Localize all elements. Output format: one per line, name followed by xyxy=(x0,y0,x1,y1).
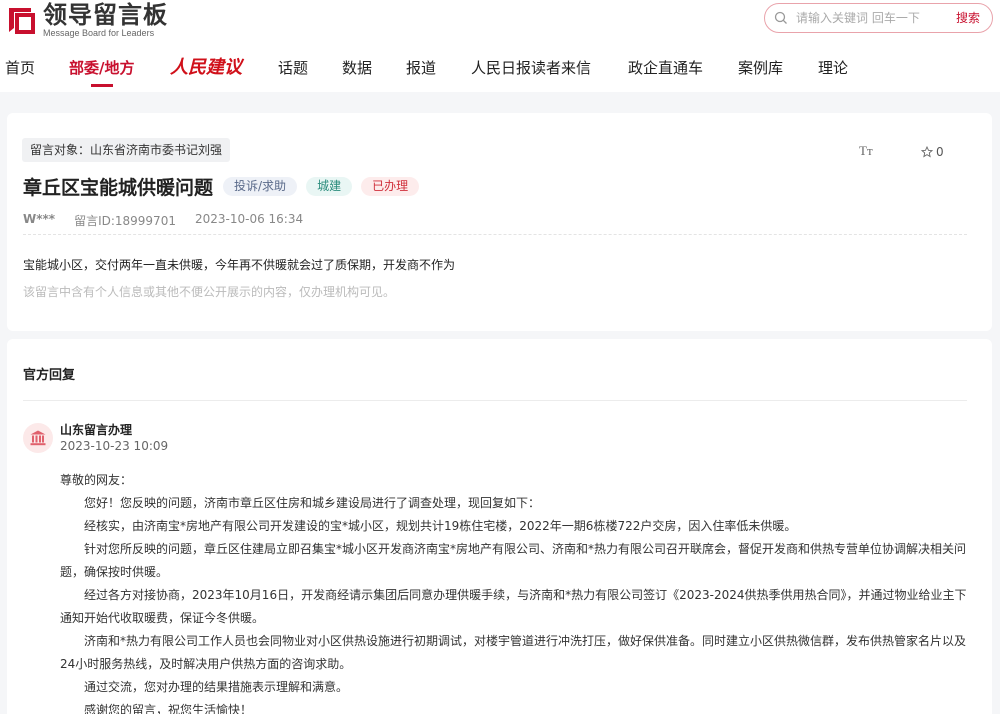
reply-paragraph: 您好！您反映的问题，济南市章丘区住房和城乡建设局进行了调查处理，现回复如下： xyxy=(84,496,541,510)
search-box: 搜索 xyxy=(764,3,993,33)
message-meta: W*** 留言ID:18999701 2023-10-06 16:34 xyxy=(23,212,322,229)
message-datetime: 2023-10-06 16:34 xyxy=(194,212,304,226)
reply-body: 尊敬的网友： 您好！您反映的问题，济南市章丘区住房和城乡建设局进行了调查处理，现… xyxy=(60,469,970,714)
star-icon xyxy=(921,146,933,158)
status-badge: 已办理 xyxy=(361,177,420,196)
message-card: 留言对象：山东省济南市委书记刘强 Tт 0 章丘区宝能城供暖问题 投诉/求助 城… xyxy=(7,113,992,331)
search-input[interactable] xyxy=(796,8,946,28)
divider xyxy=(23,400,967,401)
reply-paragraph: 经核实，由济南宝*房地产有限公司开发建设的宝*城小区，规划共计19栋住宅楼，20… xyxy=(84,519,797,533)
search-icon xyxy=(774,11,787,24)
message-content: 宝能城小区，交付两年一直未供暖，今年再不供暖就会过了质保期，开发商不作为 xyxy=(23,258,456,272)
favorite-count: 0 xyxy=(936,145,944,159)
reply-paragraph: 通过交流，您对办理的结果措施表示理解和满意。 xyxy=(84,680,349,694)
site-logo[interactable]: 领导留言板 Message Board for Leaders xyxy=(5,2,168,38)
nav-item-gov-enterprise[interactable]: 政企直通车 xyxy=(628,57,703,78)
type-badge: 投诉/求助 xyxy=(223,177,298,196)
logo-mark-icon xyxy=(5,4,37,36)
nav-item-topics[interactable]: 话题 xyxy=(278,57,308,78)
nav-item-readers-letters[interactable]: 人民日报读者来信 xyxy=(471,57,591,78)
nav-item-theory[interactable]: 理论 xyxy=(818,57,848,78)
reply-paragraph: 经过各方对接协商，2023年10月16日，开发商经请示集团后同意办理供暖手续，与… xyxy=(60,588,967,625)
author-name: W*** xyxy=(23,212,56,226)
reply-paragraph: 济南和*热力有限公司工作人员也会同物业对小区供热设施进行初期调试，对楼宇管道进行… xyxy=(60,634,967,671)
divider xyxy=(23,234,967,235)
nav-item-data[interactable]: 数据 xyxy=(342,57,372,78)
font-size-toggle-icon[interactable]: Tт xyxy=(859,143,873,159)
active-nav-underline xyxy=(91,84,113,87)
nav-item-reports[interactable]: 报道 xyxy=(406,57,436,78)
logo-title: 领导留言板 xyxy=(43,1,168,29)
privacy-note: 该留言中含有个人信息或其他不便公开展示的内容，仅办理机构可见。 xyxy=(23,285,396,299)
logo-subtitle: Message Board for Leaders xyxy=(43,28,155,38)
reply-paragraph: 感谢您的留言，祝您生活愉快！ xyxy=(84,703,253,714)
site-header: 领导留言板 Message Board for Leaders 搜索 首页 部委… xyxy=(0,0,1000,92)
message-id: 留言ID:18999701 xyxy=(74,214,176,228)
main-nav: 首页 部委/地方 话题 数据 报道 人民日报读者来信 政企直通车 案例库 理论 xyxy=(0,52,1000,92)
government-building-icon xyxy=(30,430,46,446)
category-badge: 城建 xyxy=(306,177,353,196)
reply-paragraph: 针对您所反映的问题，章丘区住建局立即召集宝*城小区开发商济南宝*房地产有限公司、… xyxy=(60,542,967,579)
reply-card: 官方回复 山东留言办理 2023-10-23 10:09 尊敬的网友： 您好！您… xyxy=(7,339,992,714)
message-title: 章丘区宝能城供暖问题 xyxy=(23,177,214,199)
reply-greeting: 尊敬的网友： xyxy=(60,473,133,487)
avatar xyxy=(23,423,53,453)
nav-item-people-suggestions[interactable]: 人民建议 xyxy=(170,53,242,79)
replier-name: 山东留言办理 xyxy=(60,423,133,437)
reply-date: 2023-10-23 10:09 xyxy=(60,439,169,453)
search-button[interactable]: 搜索 xyxy=(956,9,980,26)
nav-item-case-library[interactable]: 案例库 xyxy=(738,57,783,78)
nav-item-ministries-local[interactable]: 部委/地方 xyxy=(69,57,134,78)
nav-item-home[interactable]: 首页 xyxy=(5,57,35,78)
message-target: 留言对象：山东省济南市委书记刘强 xyxy=(22,138,231,162)
reply-section-title: 官方回复 xyxy=(23,368,76,383)
favorite-button[interactable]: 0 xyxy=(921,145,944,159)
